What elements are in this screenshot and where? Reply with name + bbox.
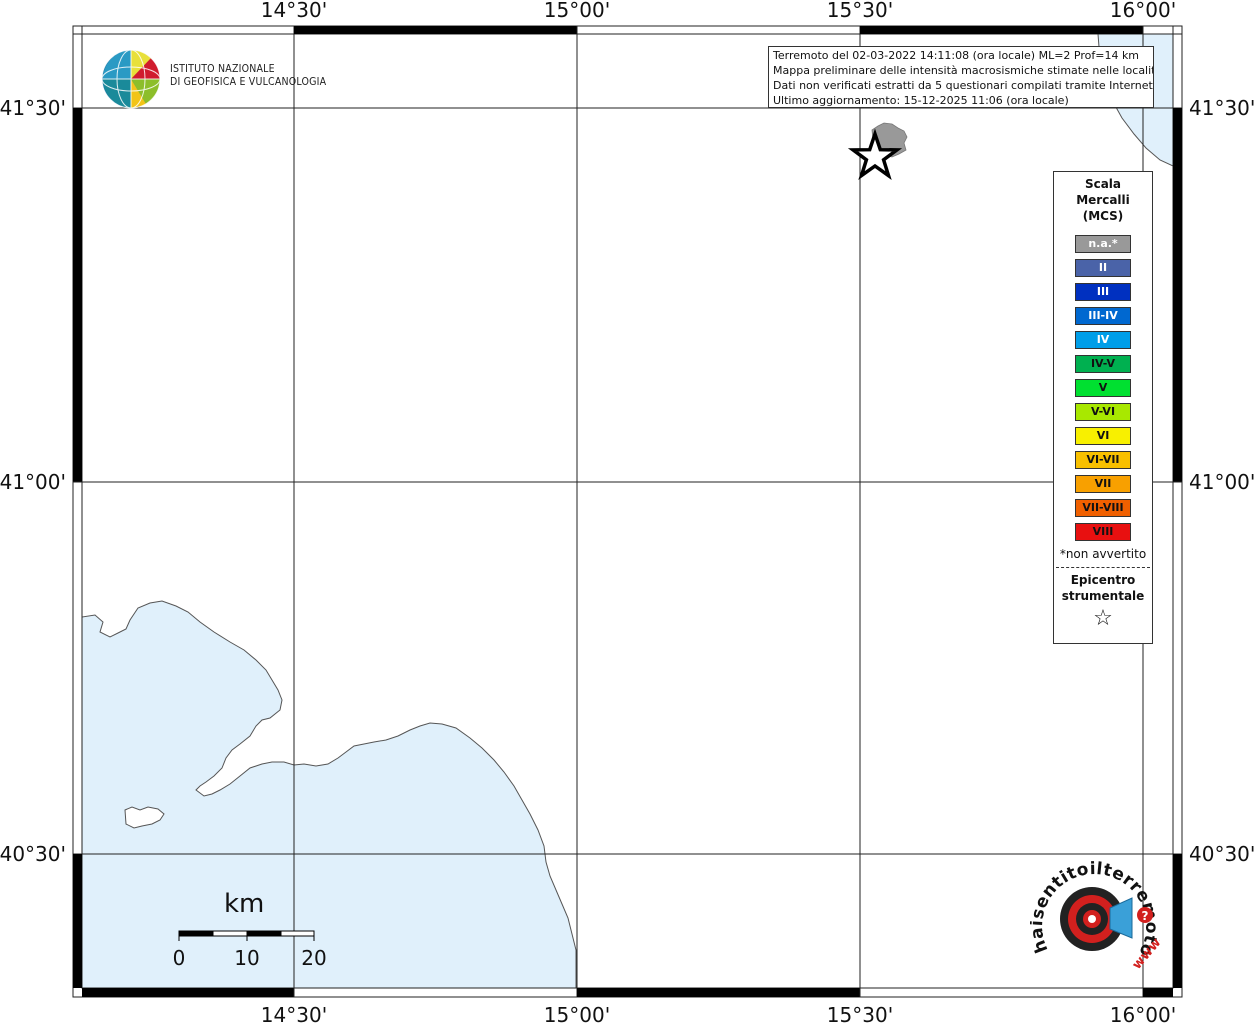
institute-name-line1: ISTITUTO NAZIONALE <box>170 63 275 75</box>
frame-seg-left-1 <box>72 33 83 109</box>
frame-seg-bottom-2 <box>293 987 578 998</box>
event-info-line2: Mappa preliminare delle intensità macros… <box>773 64 1154 77</box>
frame-seg-top-4 <box>860 26 1143 34</box>
svg-text:?: ? <box>1142 909 1149 923</box>
frame-seg-top-5 <box>1142 25 1174 35</box>
scale-label-0: 0 <box>173 946 186 970</box>
lat-labels-right: 41°30' 41°00' 40°30' <box>1189 96 1255 866</box>
legend-epicenter-line2: strumentale <box>1061 589 1145 603</box>
institute-name-line2: DI GEOFISICA E VULCANOLOGIA <box>170 76 327 88</box>
legend-star-icon: ☆ <box>1093 606 1113 631</box>
legend-swatch-4: IV <box>1075 331 1131 349</box>
hsit-target-icon <box>1060 887 1133 951</box>
frame-seg-right-3 <box>1172 481 1183 855</box>
frame-seg-right-2 <box>1173 108 1182 482</box>
legend-note: *non avvertito <box>1059 547 1147 561</box>
lon-label-bottom-1: 14°30' <box>261 1003 327 1024</box>
lon-label-bottom-3: 15°30' <box>827 1003 893 1024</box>
scale-bar-unit: km <box>224 889 265 919</box>
lat-label-left-1: 41°30' <box>0 96 66 120</box>
frame-seg-bottom-4 <box>859 987 1144 998</box>
frame-seg-bottom-3 <box>577 988 860 997</box>
legend-swatch-12: VIII <box>1075 523 1131 541</box>
event-info-line1: Terremoto del 02-03-2022 14:11:08 (ora l… <box>773 49 1140 62</box>
frame-seg-top-3 <box>576 25 861 35</box>
legend-swatch-2: III <box>1075 283 1131 301</box>
hsit-badge-logo: haisentitoilterremoto.it www. ? <box>1030 858 1160 973</box>
event-info-line4: Ultimo aggiornamento: 15-12-2025 11:06 (… <box>773 94 1069 107</box>
legend-title-line3: (MCS) <box>1082 209 1124 223</box>
frame-seg-top-2 <box>294 26 577 34</box>
frame-seg-right-4 <box>1173 854 1182 988</box>
legend-swatch-9: VI-VII <box>1075 451 1131 469</box>
legend-swatch-8: VI <box>1075 427 1131 445</box>
legend-swatch-6: V <box>1075 379 1131 397</box>
lon-label-bottom-2: 15°00' <box>544 1003 610 1024</box>
frame-seg-bottom-1 <box>82 988 294 997</box>
scale-bar-seg-2 <box>212 930 248 937</box>
legend-swatch-0: n.a.* <box>1075 235 1131 253</box>
legend-swatch-7: V-VI <box>1075 403 1131 421</box>
mcs-legend: Scala Mercalli (MCS) n.a.* II III III-IV IV I… <box>1053 171 1153 644</box>
lat-label-right-2: 41°00' <box>1189 470 1255 494</box>
frame-seg-left-4 <box>73 854 82 988</box>
scale-bar-seg-1 <box>178 930 214 937</box>
scale-label-20: 20 <box>301 946 326 970</box>
lon-labels-top: 14°30' 15°00' 15°30' 16°00' <box>261 0 1176 22</box>
legend-title-line1: Scala <box>1084 177 1122 191</box>
lon-label-bottom-4: 16°00' <box>1110 1003 1176 1024</box>
legend-swatch-10: VII <box>1075 475 1131 493</box>
globe-icon <box>101 49 161 109</box>
hsit-question-icon: ? <box>1137 907 1153 923</box>
lat-labels-left: 41°30' 41°00' 40°30' <box>0 96 66 866</box>
event-info-box: Terremoto del 02-03-2022 14:11:08 (ora l… <box>768 46 1154 108</box>
legend-swatches: n.a.* II III III-IV IV IV-V V V-VI VI VI-VII VII VI… <box>1054 235 1152 541</box>
legend-epicenter-line1: Epicentro <box>1070 573 1136 587</box>
institute-name: ISTITUTO NAZIONALE DI GEOFISICA E VULCAN… <box>170 63 326 89</box>
frame-seg-left-2 <box>73 108 82 482</box>
lon-label-top-1: 14°30' <box>261 0 327 22</box>
lat-label-left-2: 41°00' <box>0 470 66 494</box>
legend-title: Scala Mercalli (MCS) <box>1054 176 1152 224</box>
scale-bar-seg-3 <box>246 930 282 937</box>
frame-seg-right-1 <box>1172 33 1183 109</box>
lat-label-left-3: 40°30' <box>0 842 66 866</box>
legend-swatch-1: II <box>1075 259 1131 277</box>
lat-label-right-1: 41°30' <box>1189 96 1255 120</box>
legend-swatch-11: VII-VIII <box>1075 499 1131 517</box>
lon-label-top-3: 15°30' <box>827 0 893 22</box>
lon-label-top-2: 15°00' <box>544 0 610 22</box>
legend-swatch-5: IV-V <box>1075 355 1131 373</box>
lon-labels-bottom: 14°30' 15°00' 15°30' 16°00' <box>261 1003 1176 1024</box>
frame-seg-left-3 <box>72 481 83 855</box>
legend-epicenter-title: Epicentro strumentale <box>1054 572 1152 604</box>
lon-label-top-4: 16°00' <box>1110 0 1176 22</box>
legend-separator <box>1056 567 1150 568</box>
legend-swatch-3: III-IV <box>1075 307 1131 325</box>
scale-bar-seg-4 <box>280 930 315 937</box>
frame-seg-top-1 <box>81 25 295 35</box>
lat-label-right-3: 40°30' <box>1189 842 1255 866</box>
frame-seg-bottom-5 <box>1143 988 1173 997</box>
event-info-line3: Dati non verificati estratti da 5 questi… <box>773 79 1154 92</box>
legend-title-line2: Mercalli <box>1076 193 1130 207</box>
scale-label-10: 10 <box>234 946 259 970</box>
